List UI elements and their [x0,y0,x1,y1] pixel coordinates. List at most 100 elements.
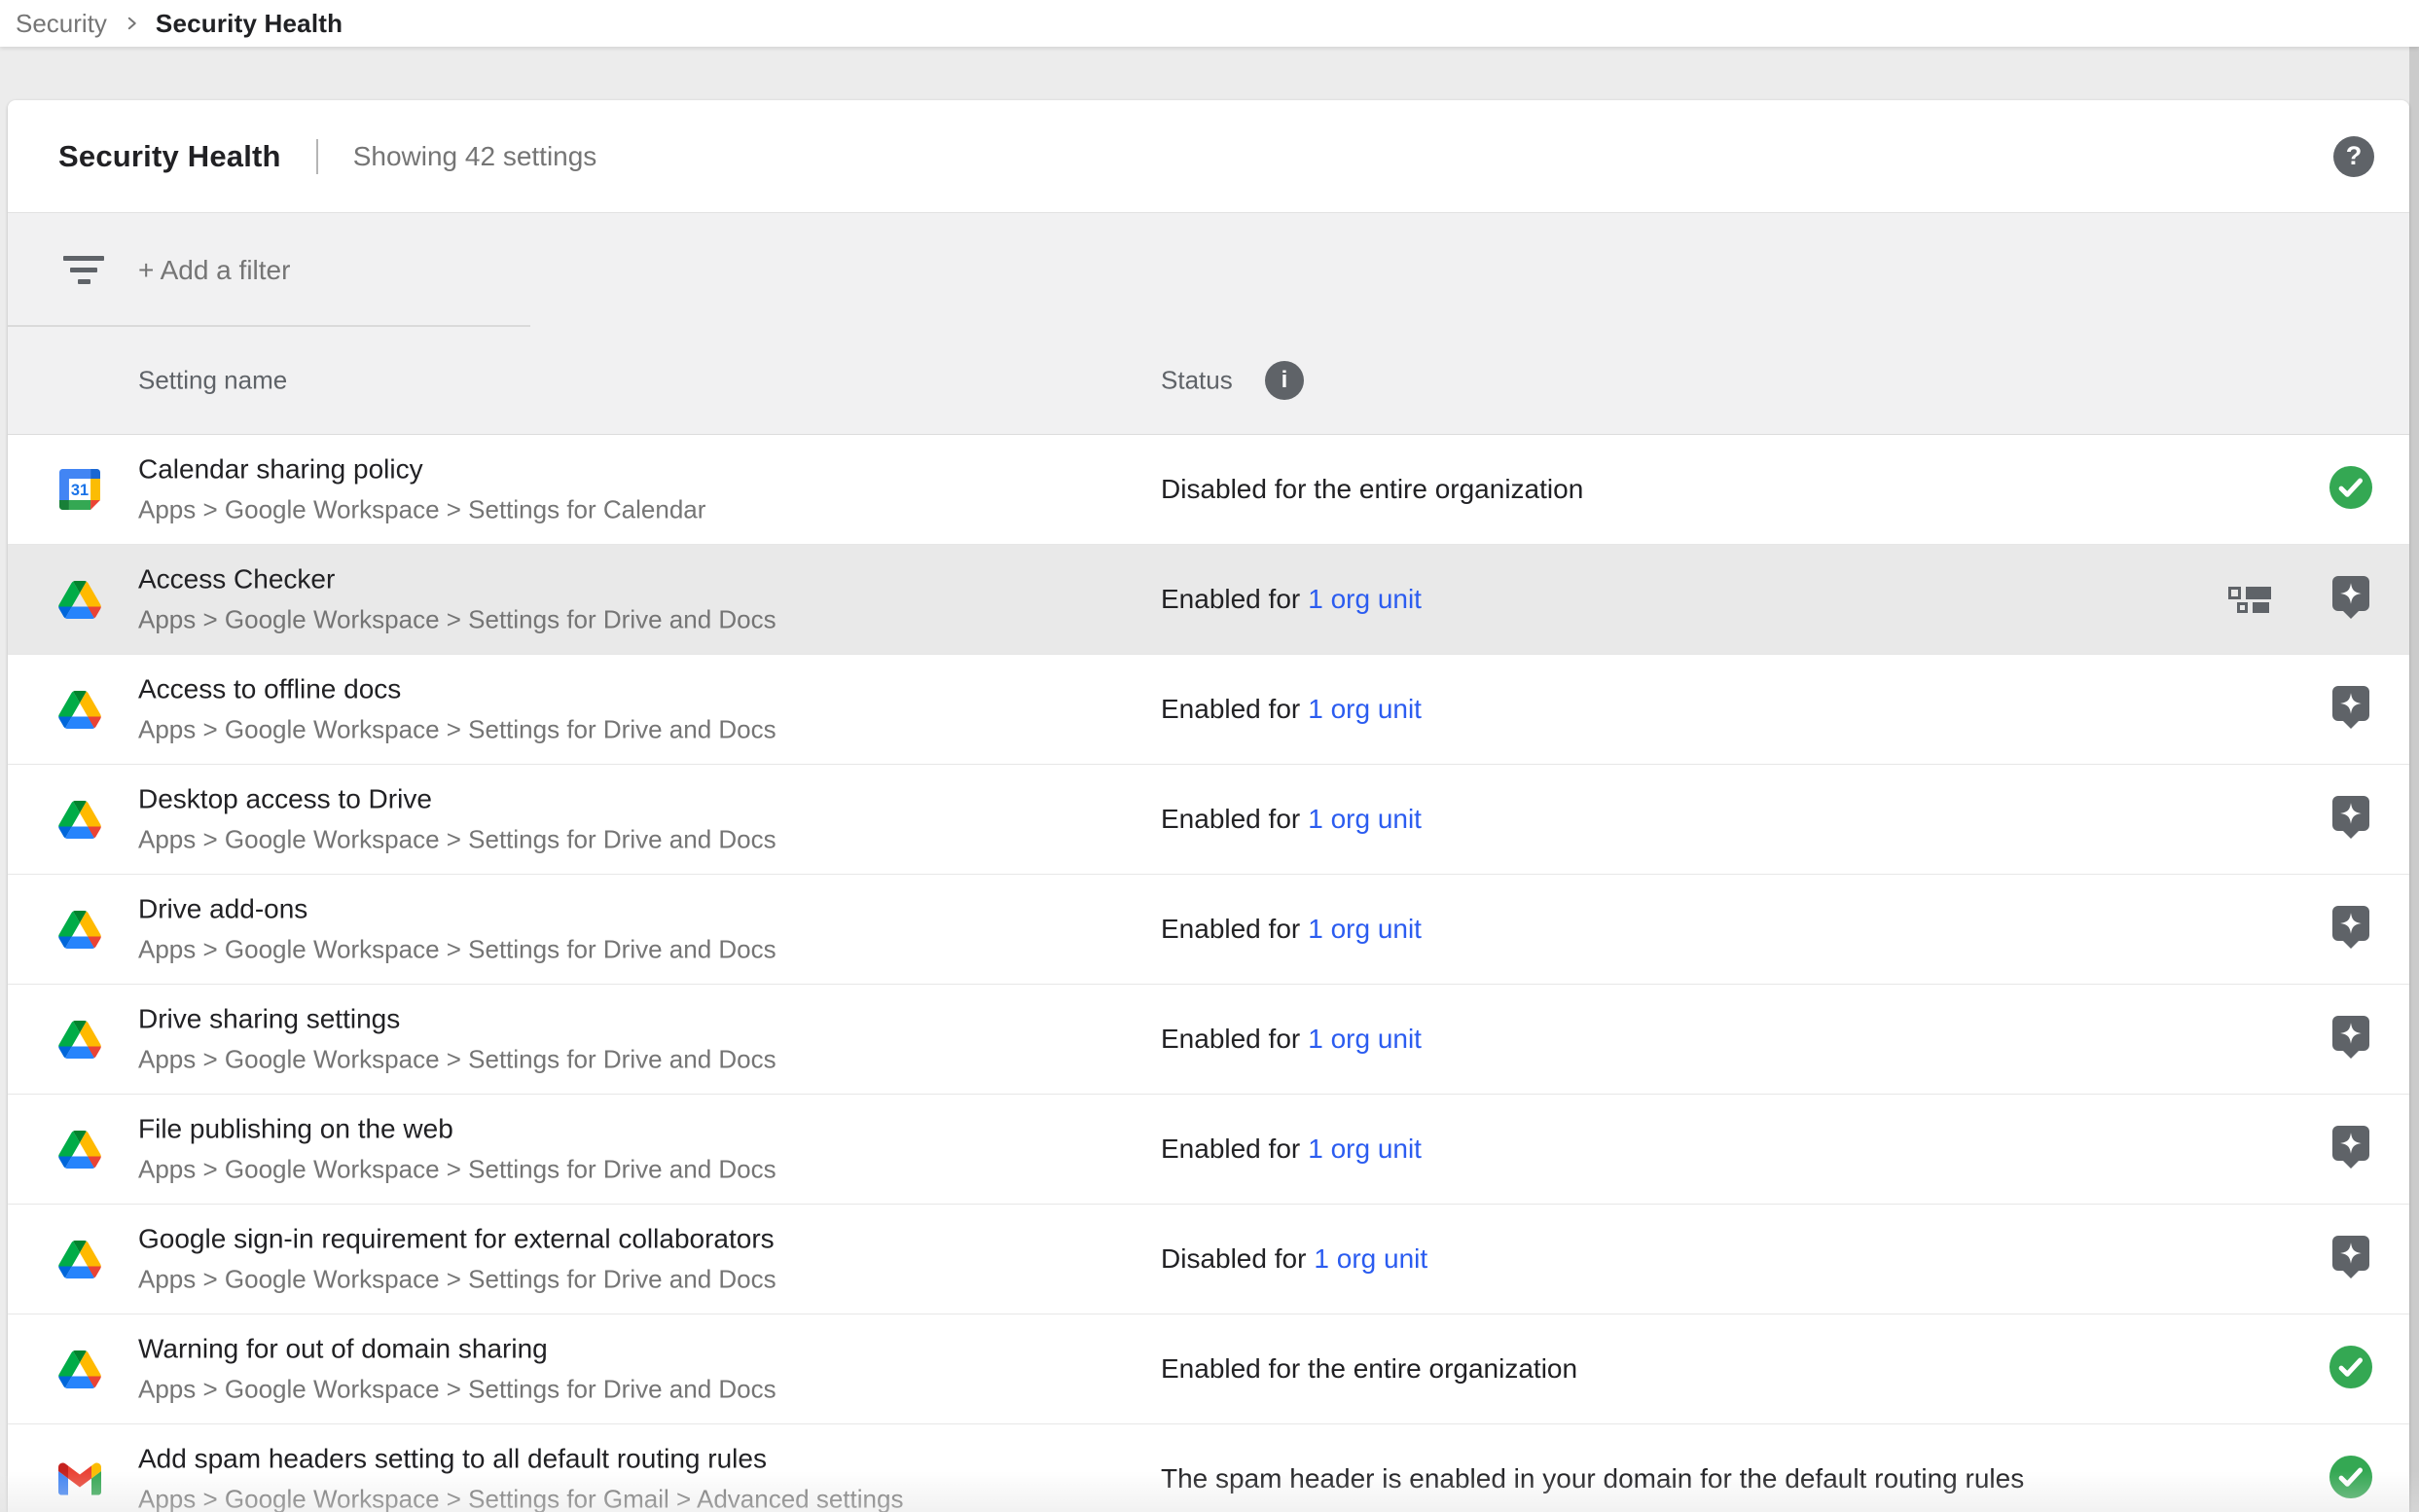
recommendation-icon[interactable] [2332,906,2369,941]
row-path: Apps > Google Workspace > Settings for D… [138,825,776,855]
filter-bar: + Add a filter [8,212,2409,327]
status-indicator-slot [2329,576,2373,623]
row-text: Add spam headers setting to all default … [138,1444,903,1512]
drive-icon [58,801,101,839]
status-indicator-slot [2329,466,2373,513]
table-header: Setting name Status i [8,327,2409,435]
row-path: Apps > Google Workspace > Settings for G… [138,1485,903,1512]
status-org-unit-link[interactable]: 1 org unit [1314,1243,1427,1274]
row-path: Apps > Google Workspace > Settings for D… [138,935,776,965]
status-cell: Disabled for the entire organization [1161,474,1583,505]
table-row[interactable]: 31 Drive sharing settings Apps > Google … [8,985,2409,1095]
row-text: Access Checker Apps > Google Workspace >… [138,564,776,635]
row-path: Apps > Google Workspace > Settings for D… [138,1265,776,1295]
status-text: The spam header is enabled in your domai… [1161,1463,2024,1494]
filter-list-icon [62,256,105,284]
breadcrumb-parent-link[interactable]: Security [16,9,107,39]
column-status: Status [1161,366,1233,396]
table-row[interactable]: 31 Desktop access to Drive Apps > Google… [8,765,2409,875]
row-title: Add spam headers setting to all default … [138,1444,903,1475]
card-header: Security Health Showing 42 settings ? [8,100,2409,212]
table-row[interactable]: 31 File publishing on the web Apps > Goo… [8,1095,2409,1205]
row-text: Drive sharing settings Apps > Google Wor… [138,1004,776,1075]
status-cell: Enabled for 1 org unit [1161,1024,1422,1055]
row-title: Warning for out of domain sharing [138,1334,776,1365]
drive-icon [58,1241,101,1278]
status-org-unit-link[interactable]: 1 org unit [1308,1024,1422,1054]
status-org-unit-link[interactable]: 1 org unit [1308,694,1422,724]
drive-icon [58,1131,101,1169]
status-indicator-slot [2329,1456,2373,1502]
status-indicator-slot [2329,686,2373,733]
row-title: Calendar sharing policy [138,454,705,486]
status-text: Enabled for the entire organization [1161,1353,1577,1384]
app-icon: 31 [58,1348,101,1390]
table-row[interactable]: 31 Access Checker Apps > Google Workspac… [8,545,2409,655]
status-indicator-slot [2329,1126,2373,1172]
row-title: Desktop access to Drive [138,784,776,815]
row-path: Apps > Google Workspace > Settings for C… [138,495,705,525]
recommendation-icon[interactable] [2332,796,2369,831]
info-icon[interactable]: i [1265,361,1304,400]
row-text: Warning for out of domain sharing Apps >… [138,1334,776,1405]
page-title: Security Health [58,139,281,174]
table-row[interactable]: 31 Access to offline docs Apps > Google … [8,655,2409,765]
status-indicator-slot [2329,1016,2373,1062]
row-path: Apps > Google Workspace > Settings for D… [138,715,776,745]
recommendation-icon[interactable] [2332,686,2369,721]
drive-icon [58,1350,101,1388]
table-row[interactable]: 31 Calendar sharing policy Apps > Google… [8,435,2409,545]
status-text: Enabled for [1161,1024,1300,1054]
status-cell: Enabled for 1 org unit [1161,914,1422,945]
status-org-unit-link[interactable]: 1 org unit [1308,914,1422,944]
status-org-unit-link[interactable]: 1 org unit [1308,804,1422,834]
status-org-unit-link[interactable]: 1 org unit [1308,584,1422,614]
status-cell: Enabled for the entire organization [1161,1353,1577,1385]
recommendation-icon[interactable] [2332,1016,2369,1051]
recommendation-icon[interactable] [2332,1126,2369,1161]
status-ok-icon [2329,1456,2372,1498]
row-title: Access Checker [138,564,776,595]
status-text: Enabled for [1161,804,1300,834]
table-row[interactable]: 31 Drive add-ons Apps > Google Workspace… [8,875,2409,985]
status-indicator-slot [2329,906,2373,953]
recommendation-icon[interactable] [2332,576,2369,611]
status-text: Enabled for [1161,914,1300,944]
status-indicator-slot [2329,796,2373,843]
page-scrollbar[interactable] [2409,47,2419,1512]
row-text: Calendar sharing policy Apps > Google Wo… [138,454,705,525]
table-row[interactable]: 31 Add spam headers setting to all defau… [8,1424,2409,1512]
row-text: Drive add-ons Apps > Google Workspace > … [138,894,776,965]
row-path: Apps > Google Workspace > Settings for D… [138,1045,776,1075]
app-icon: 31 [58,578,101,621]
drive-icon [58,1021,101,1059]
status-indicator-slot [2329,1346,2373,1392]
status-text: Enabled for [1161,694,1300,724]
status-cell: Enabled for 1 org unit [1161,804,1422,835]
row-text: Access to offline docs Apps > Google Wor… [138,674,776,745]
app-icon: 31 [58,798,101,841]
breadcrumb-current: Security Health [156,9,343,39]
row-title: File publishing on the web [138,1114,776,1145]
status-text: Disabled for the entire organization [1161,474,1583,504]
title-divider [316,139,318,174]
table-row[interactable]: 31 Google sign-in requirement for extern… [8,1205,2409,1314]
status-org-unit-link[interactable]: 1 org unit [1308,1134,1422,1164]
row-path: Apps > Google Workspace > Settings for D… [138,605,776,635]
row-text: Desktop access to Drive Apps > Google Wo… [138,784,776,855]
settings-count: Showing 42 settings [353,141,597,172]
row-title: Drive add-ons [138,894,776,925]
status-cell: Enabled for1 org unit [1161,584,1422,615]
status-text: Disabled for [1161,1243,1306,1274]
chevron-right-icon [123,15,140,32]
add-filter-button[interactable]: + Add a filter [138,255,290,286]
breadcrumb: Security Security Health [0,0,2419,47]
row-text: Google sign-in requirement for external … [138,1224,776,1295]
help-icon[interactable]: ? [2333,136,2374,177]
recommendation-icon[interactable] [2332,1236,2369,1271]
row-title: Access to offline docs [138,674,776,705]
table-row[interactable]: 31 Warning for out of domain sharing App… [8,1314,2409,1424]
row-path: Apps > Google Workspace > Settings for D… [138,1155,776,1185]
drive-icon [58,581,101,619]
calendar-icon: 31 [59,469,100,510]
